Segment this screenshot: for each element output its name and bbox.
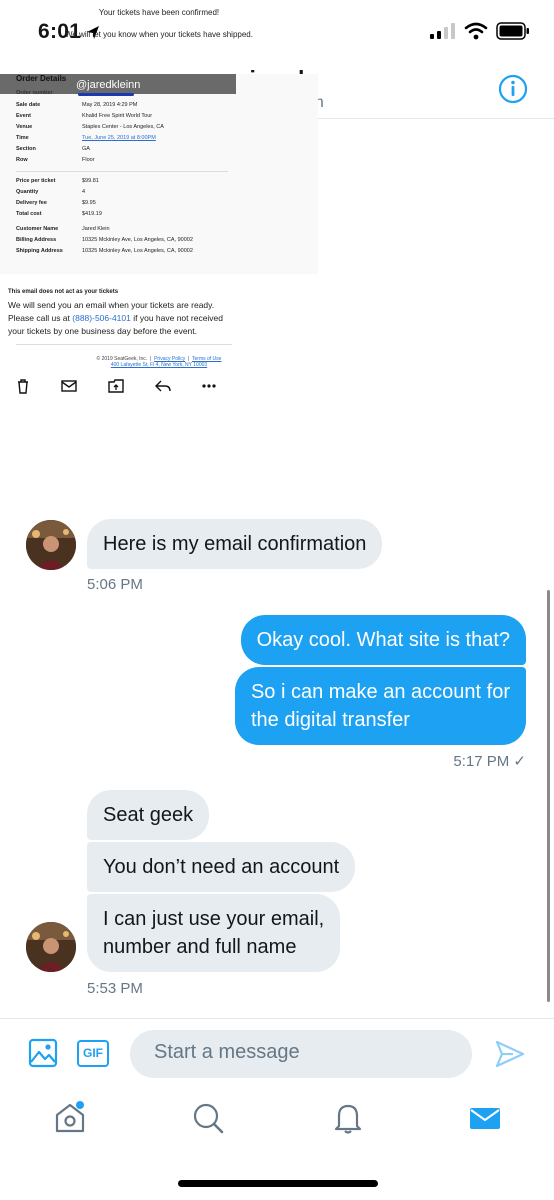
row-value: 4	[82, 189, 86, 195]
home-indicator	[178, 1180, 378, 1187]
image-icon[interactable]	[28, 1038, 58, 1068]
row-value-link: Tue, June 25, 2019 at 8:00PM	[82, 135, 156, 141]
message-bubble-incoming[interactable]: Here is my email confirmation	[87, 519, 383, 569]
order-number-label: Order number	[16, 90, 53, 96]
row-value: GA	[82, 146, 90, 152]
row-label: Billing Address	[16, 237, 57, 243]
row-label: Price per ticket	[16, 178, 56, 184]
mail-icon	[61, 380, 77, 392]
wifi-icon	[464, 22, 488, 40]
send-icon[interactable]	[495, 1040, 525, 1068]
email-confirm-line: Your tickets have been confirmed!	[98, 8, 220, 17]
message-bubble-incoming[interactable]: You don’t need an account	[87, 842, 356, 892]
move-folder-icon	[108, 379, 124, 393]
sender-avatar[interactable]	[26, 520, 76, 570]
notice-line-1: We will send you an email when your tick…	[8, 300, 215, 310]
scrollbar[interactable]	[547, 590, 550, 1002]
order-details-panel: Order Details @jaredkleinn Order number …	[0, 74, 318, 274]
message-bubble-outgoing[interactable]: Okay cool. What site is that?	[240, 615, 526, 665]
more-dots-icon	[202, 384, 216, 388]
row-label: Quantity	[16, 189, 39, 195]
row-value: Floor	[82, 157, 95, 163]
row-value: Khalid Free Spirit World Tour	[82, 113, 153, 119]
row-label: Customer Name	[16, 226, 59, 232]
notice-phone-link: (888)-506-4101	[72, 313, 131, 323]
email-footer: © 2019 SeatGeek, Inc. | Privacy Policy |…	[0, 356, 318, 368]
row-value: Staples Center - Los Angeles, CA	[82, 124, 164, 130]
timestamp-text: 5:17 PM	[453, 753, 510, 770]
message-line: number and full name	[103, 936, 297, 958]
message-bubble-outgoing[interactable]: So i can make an account for the digital…	[234, 667, 526, 745]
row-label: Total cost	[16, 211, 42, 217]
message-bubble-incoming[interactable]: Seat geek	[87, 790, 210, 840]
row-value: $99.81	[82, 178, 99, 184]
row-label: Venue	[16, 124, 33, 130]
email-ship-line: We will let you know when your tickets h…	[65, 30, 253, 39]
trash-icon	[18, 379, 28, 394]
status-indicators	[430, 22, 530, 40]
order-divider	[16, 171, 228, 172]
avatar-photo	[26, 922, 76, 972]
row-value: 10325 Mckinley Ave, Los Angeles, CA, 900…	[82, 237, 193, 243]
email-notice: This email does not act as your tickets …	[8, 284, 248, 338]
message-line: the digital transfer	[250, 709, 410, 731]
sent-check-icon: ✓	[513, 753, 526, 770]
row-value: $9.95	[82, 200, 96, 206]
row-label: Event	[16, 113, 31, 119]
gif-button[interactable]: GIF	[77, 1040, 109, 1067]
row-value: $419.19	[82, 211, 102, 217]
message-timestamp: 5:17 PM ✓	[453, 752, 526, 770]
message-input-placeholder: Start a message	[154, 1041, 300, 1063]
home-icon[interactable]	[52, 1100, 88, 1136]
row-value: Jared Klein	[82, 226, 110, 232]
overlay-handle: @jaredkleinn	[76, 79, 141, 91]
message-line: I can just use your email,	[103, 908, 325, 930]
row-label: Time	[16, 135, 29, 141]
row-label: Row	[16, 157, 28, 163]
message-timestamp: 5:53 PM	[87, 980, 143, 997]
search-icon[interactable]	[190, 1100, 226, 1136]
avatar-photo	[26, 520, 76, 570]
messages-mail-icon[interactable]	[467, 1100, 503, 1136]
info-icon[interactable]	[498, 74, 528, 104]
battery-icon	[496, 22, 529, 40]
message-timestamp: 5:06 PM	[87, 576, 143, 593]
notice-title: This email does not act as your tickets	[8, 289, 119, 295]
handle-underline	[78, 93, 134, 96]
email-footer-divider	[16, 344, 232, 345]
cellular-signal-icon	[430, 23, 455, 39]
row-label: Delivery fee	[16, 200, 47, 206]
reply-icon	[155, 380, 171, 392]
composer-divider	[0, 1018, 554, 1019]
notice-text: if you have not received	[130, 313, 224, 323]
sender-avatar[interactable]	[26, 922, 76, 972]
row-value: May 28, 2019 4:29 PM	[82, 102, 138, 108]
footer-address: 400 Lafayette St, Fl 4, New York, NY 100…	[110, 362, 208, 368]
notifications-bell-icon[interactable]	[330, 1100, 366, 1136]
row-label: Shipping Address	[16, 248, 63, 254]
row-value: 10325 Mckinley Ave, Los Angeles, CA, 900…	[82, 248, 193, 254]
notice-text: Please call us at	[8, 313, 73, 323]
email-toolbar	[16, 376, 216, 396]
row-label: Sale date	[16, 102, 41, 108]
gif-label: GIF	[83, 1046, 103, 1060]
row-label: Section	[16, 146, 36, 152]
message-bubble-incoming[interactable]: I can just use your email, number and fu…	[87, 894, 341, 972]
email-screenshot-image[interactable]: Your tickets have been confirmed! We wil…	[0, 0, 318, 400]
order-details-title: Order Details	[16, 74, 67, 83]
message-line: So i can make an account for	[250, 681, 510, 703]
notice-line-3: your tickets by one business day before …	[8, 326, 198, 336]
notice-line-2: Please call us at (888)-506-4101 if you …	[8, 312, 248, 325]
